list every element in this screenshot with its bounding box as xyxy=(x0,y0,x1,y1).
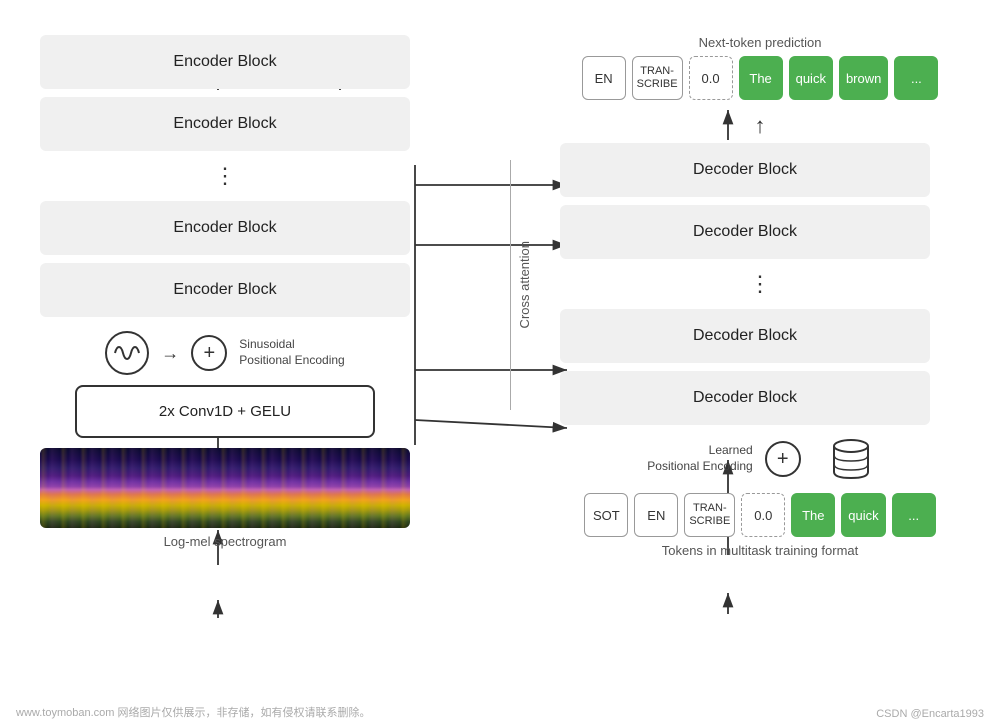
top-token-transcribe: TRAN-SCRIBE xyxy=(632,56,683,100)
encoder-block-1: Encoder Block xyxy=(40,35,410,89)
cross-attention-label: Cross attention xyxy=(517,241,532,328)
encoder-blocks: Encoder Block Encoder Block ⋮ Encoder Bl… xyxy=(40,35,410,317)
conv-label: 2x Conv1D + GELU xyxy=(159,403,291,420)
encoder-block-1-label: Encoder Block xyxy=(173,53,276,70)
main-container: Encoder Block Encoder Block ⋮ Encoder Bl… xyxy=(0,0,1000,728)
encoder-block-4-label: Encoder Block xyxy=(173,281,276,298)
decoder-block-1: Decoder Block xyxy=(560,143,930,197)
bottom-token-sot: SOT xyxy=(584,493,628,537)
spectrogram-label: Log-mel spectrogram xyxy=(164,534,287,549)
bottom-token-transcribe: TRAN-SCRIBE xyxy=(684,493,735,537)
arrow-to-plus: → xyxy=(161,343,179,364)
decoder-block-3-label: Decoder Block xyxy=(693,327,797,344)
decoder-block-1-label: Decoder Block xyxy=(693,161,797,178)
top-token-the: The xyxy=(739,56,783,100)
bottom-token-00: 0.0 xyxy=(741,493,785,537)
decoder-block-4-label: Decoder Block xyxy=(693,389,797,406)
top-token-quick: quick xyxy=(789,56,833,100)
decoder-block-3: Decoder Block xyxy=(560,309,930,363)
tokens-label: Tokens in multitask training format xyxy=(662,543,859,558)
footer-right: CSDN @Encarta1993 xyxy=(876,708,984,720)
decoder-dots: ⋮ xyxy=(560,267,960,301)
bottom-token-the: The xyxy=(791,493,835,537)
top-token-dots: ... xyxy=(894,56,938,100)
bottom-token-quick: quick xyxy=(841,493,885,537)
encoder-side: Encoder Block Encoder Block ⋮ Encoder Bl… xyxy=(40,35,410,558)
encoder-block-2-label: Encoder Block xyxy=(173,115,276,132)
decoder-block-4: Decoder Block xyxy=(560,371,930,425)
arrow-up-1: ↑ xyxy=(755,113,766,139)
plus-circle-encoder: + xyxy=(191,335,227,371)
next-token-label: Next-token prediction xyxy=(699,35,822,50)
bottom-token-en: EN xyxy=(634,493,678,537)
learned-pos-row: LearnedPositional Encoding + xyxy=(647,437,872,481)
encoder-block-2: Encoder Block xyxy=(40,97,410,151)
encoder-block-3-label: Encoder Block xyxy=(173,219,276,236)
token-row-bottom: SOT EN TRAN-SCRIBE 0.0 The quick ... xyxy=(584,493,935,537)
footer-left: www.toymoban.com 网络图片仅供展示，非存储，如有侵权请联系删除。 xyxy=(16,704,370,720)
plus-circle-decoder: + xyxy=(765,441,801,477)
encoder-block-3: Encoder Block xyxy=(40,201,410,255)
top-token-00: 0.0 xyxy=(689,56,733,100)
spectrogram-container xyxy=(40,448,410,528)
decoder-side: Next-token prediction EN TRAN-SCRIBE 0.0… xyxy=(560,35,960,558)
sine-symbol xyxy=(105,331,149,375)
spectrogram-bg xyxy=(40,448,410,528)
conv-block: 2x Conv1D + GELU xyxy=(75,385,375,438)
top-token-brown: brown xyxy=(839,56,888,100)
learned-pos-label: LearnedPositional Encoding xyxy=(647,443,752,474)
decoder-blocks: Decoder Block Decoder Block ⋮ Decoder Bl… xyxy=(560,143,960,425)
top-token-en: EN xyxy=(582,56,626,100)
decoder-block-2: Decoder Block xyxy=(560,205,930,259)
positional-encoding-row: → + SinusoidalPositional Encoding xyxy=(105,331,344,375)
encoder-block-4: Encoder Block xyxy=(40,263,410,317)
bottom-token-dots: ... xyxy=(892,493,936,537)
decoder-block-2-label: Decoder Block xyxy=(693,223,797,240)
spectrogram-noise xyxy=(40,448,410,528)
positional-encoding-label: SinusoidalPositional Encoding xyxy=(239,337,344,368)
database-symbol xyxy=(829,437,873,481)
token-row-top: EN TRAN-SCRIBE 0.0 The quick brown ... xyxy=(582,56,939,100)
encoder-dots: ⋮ xyxy=(40,159,410,193)
